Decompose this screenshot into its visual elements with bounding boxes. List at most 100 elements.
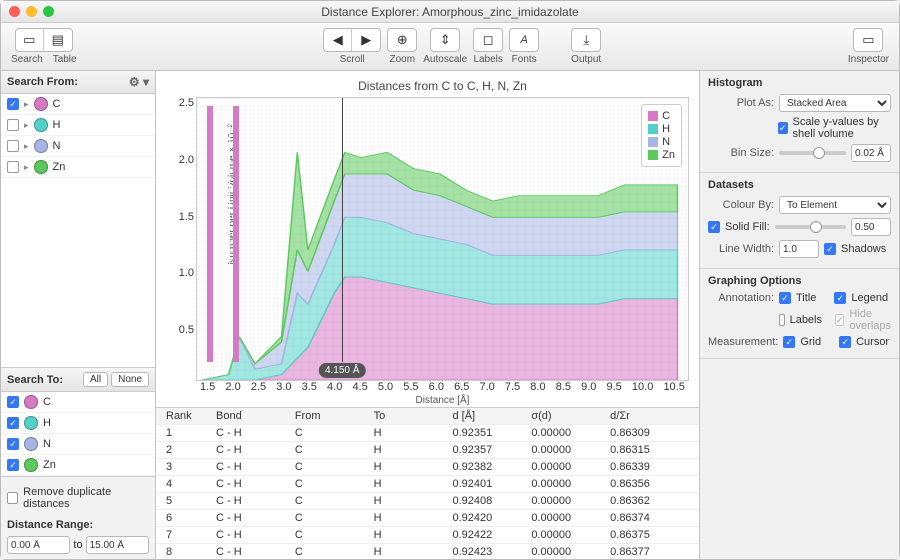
scroll-left-button[interactable]: ◀: [324, 29, 352, 51]
element-row[interactable]: ▸ H: [1, 115, 155, 136]
shadows-checkbox[interactable]: ✓: [824, 243, 836, 255]
search-to-list: ✓ C ✓ H ✓ N ✓ Zn: [1, 392, 155, 476]
legend-checkbox[interactable]: ✓: [834, 292, 846, 304]
graphing-header: Graphing Options: [708, 275, 891, 287]
element-checkbox[interactable]: [7, 161, 19, 173]
bin-size-value[interactable]: 0.02 Å: [851, 144, 891, 162]
element-symbol: C: [43, 396, 51, 408]
element-row[interactable]: ✓ N: [1, 434, 155, 455]
plot-surface[interactable]: 4.150 Å CHNZn: [196, 97, 689, 381]
solid-fill-value[interactable]: 0.50: [851, 218, 891, 236]
solid-fill-slider[interactable]: [775, 225, 846, 229]
plot-as-select[interactable]: Stacked Area: [779, 94, 891, 112]
element-swatch-icon: [34, 97, 48, 111]
disclosure-icon[interactable]: ▸: [24, 99, 29, 110]
element-checkbox[interactable]: ✓: [7, 98, 19, 110]
element-checkbox[interactable]: [7, 119, 19, 131]
element-checkbox[interactable]: ✓: [7, 396, 19, 408]
table-row[interactable]: 2C - HCH0.923570.000000.86315: [156, 442, 699, 459]
table-row[interactable]: 8C - HCH0.924230.000000.86377: [156, 544, 699, 559]
labels-cb-label: Labels: [790, 314, 822, 326]
table-label: Table: [53, 54, 77, 65]
inspector-button[interactable]: ▭: [854, 29, 882, 51]
scroll-right-button[interactable]: ▶: [352, 29, 380, 51]
hide-overlaps-checkbox: ✓: [835, 314, 845, 326]
element-swatch-icon: [24, 458, 38, 472]
element-checkbox[interactable]: ✓: [7, 459, 19, 471]
histogram-header: Histogram: [708, 77, 891, 89]
annotation-label: Annotation:: [708, 292, 774, 304]
search-from-header: Search From:: [7, 76, 78, 88]
all-button[interactable]: All: [83, 372, 108, 387]
table-row[interactable]: 5C - HCH0.924080.000000.86362: [156, 493, 699, 510]
range-to-input[interactable]: [86, 536, 149, 554]
titlebar: Distance Explorer: Amorphous_zinc_imidaz…: [1, 1, 899, 23]
table-row[interactable]: 4C - HCH0.924010.000000.86356: [156, 476, 699, 493]
element-symbol: C: [53, 98, 61, 110]
element-row[interactable]: ✓ H: [1, 413, 155, 434]
results-table[interactable]: RankBondFromTod [Å]σ(d)d/Σr 1C - HCH0.92…: [156, 407, 699, 559]
remove-dup-checkbox[interactable]: [7, 492, 18, 504]
table-panel-button[interactable]: ▤: [44, 29, 72, 51]
chart-title: Distances from C to C, H, N, Zn: [196, 79, 689, 93]
grid-cb-label: Grid: [800, 336, 821, 348]
element-symbol: H: [53, 119, 61, 131]
colour-by-select[interactable]: To Element: [779, 196, 891, 214]
toolbar: ▭ ▤ Search Table ◀▶Scroll ⊕Zoom ⇕Autosca…: [1, 23, 899, 71]
disclosure-icon[interactable]: ▸: [24, 162, 29, 173]
output-button[interactable]: ⤓: [572, 29, 600, 51]
table-row[interactable]: 7C - HCH0.924220.000000.86375: [156, 527, 699, 544]
cursor-readout: 4.150 Å: [319, 363, 365, 378]
zoom-button[interactable]: ⊕: [388, 29, 416, 51]
element-checkbox[interactable]: ✓: [7, 438, 19, 450]
inspector-label: Inspector: [848, 54, 889, 65]
measurement-label: Measurement:: [708, 336, 778, 348]
hide-overlaps-label: Hide overlaps: [849, 308, 891, 332]
grid-checkbox[interactable]: ✓: [783, 336, 795, 348]
element-row[interactable]: ▸ Zn: [1, 157, 155, 178]
line-width-value[interactable]: 1.0: [779, 240, 819, 258]
element-symbol: N: [53, 140, 61, 152]
cursor-line[interactable]: [342, 98, 343, 362]
cursor-checkbox[interactable]: ✓: [839, 336, 851, 348]
element-row[interactable]: ✓ ▸ C: [1, 94, 155, 115]
table-row[interactable]: 6C - HCH0.924200.000000.86374: [156, 510, 699, 527]
zoom-label: Zoom: [389, 54, 415, 65]
search-panel-button[interactable]: ▭: [16, 29, 44, 51]
element-symbol: Zn: [53, 161, 66, 173]
legend-cb-label: Legend: [851, 292, 888, 304]
table-row[interactable]: 3C - HCH0.923820.000000.86339: [156, 459, 699, 476]
shadows-label: Shadows: [841, 243, 886, 255]
chart-area[interactable]: Distances from C to C, H, N, Zn Number p…: [156, 71, 699, 407]
cursor-cb-label: Cursor: [856, 336, 889, 348]
range-from-input[interactable]: [7, 536, 70, 554]
element-swatch-icon: [34, 160, 48, 174]
autoscale-button[interactable]: ⇕: [431, 29, 459, 51]
element-symbol: H: [43, 417, 51, 429]
fonts-button[interactable]: A: [510, 29, 538, 51]
disclosure-icon[interactable]: ▸: [24, 141, 29, 152]
element-checkbox[interactable]: ✓: [7, 417, 19, 429]
legend: CHNZn: [641, 104, 682, 167]
gear-icon[interactable]: ⚙︎ ▾: [129, 75, 149, 89]
scale-shell-label: Scale y-values by shell volume: [793, 116, 891, 140]
table-row[interactable]: 1C - HCH0.923510.000000.86309: [156, 425, 699, 442]
title-checkbox[interactable]: ✓: [779, 292, 791, 304]
scale-shell-checkbox[interactable]: ✓: [778, 122, 788, 134]
table-header: RankBondFromTod [Å]σ(d)d/Σr: [156, 408, 699, 425]
autoscale-label: Autoscale: [423, 54, 467, 65]
bin-size-slider[interactable]: [779, 151, 846, 155]
disclosure-icon[interactable]: ▸: [24, 120, 29, 131]
element-row[interactable]: ✓ Zn: [1, 455, 155, 476]
solid-fill-checkbox[interactable]: ✓: [708, 221, 720, 233]
element-checkbox[interactable]: [7, 140, 19, 152]
center-panel: Distances from C to C, H, N, Zn Number p…: [156, 71, 699, 559]
labels-checkbox[interactable]: [779, 314, 785, 326]
labels-button[interactable]: ◻: [474, 29, 502, 51]
element-row[interactable]: ▸ N: [1, 136, 155, 157]
left-sidebar: Search From:⚙︎ ▾ ✓ ▸ C ▸ H ▸ N ▸ Zn Sear…: [1, 71, 156, 559]
none-button[interactable]: None: [111, 372, 149, 387]
peak-bar: [235, 106, 239, 362]
line-width-label: Line Width:: [708, 243, 774, 255]
element-row[interactable]: ✓ C: [1, 392, 155, 413]
